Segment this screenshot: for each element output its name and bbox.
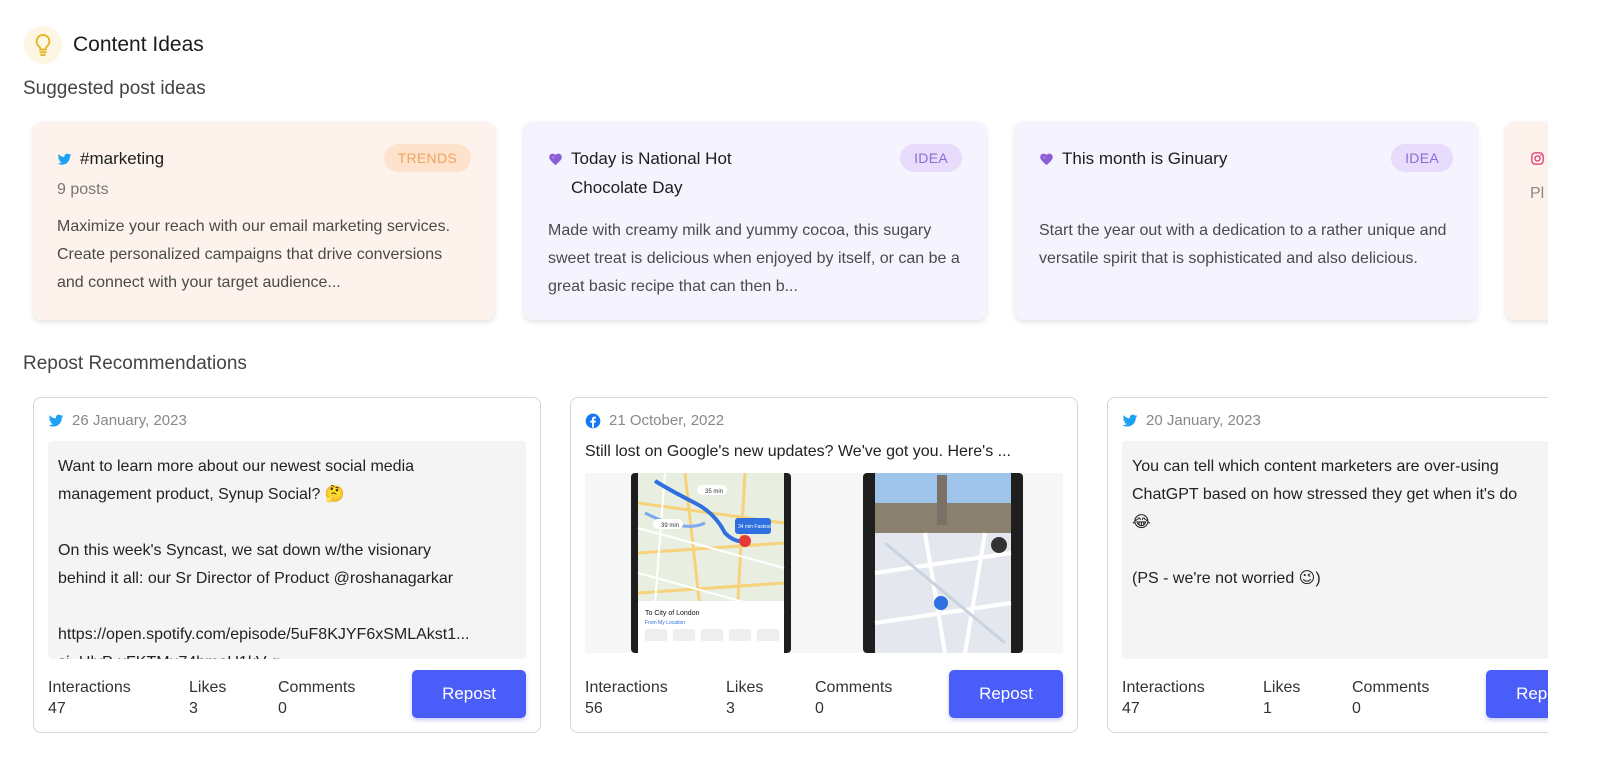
twitter-icon [57,152,72,167]
twitter-icon [1122,413,1138,429]
likes-label: Likes [189,679,227,696]
suggested-ideas-title: Suggested post ideas [23,78,206,99]
likes-stat: Likes 3 [726,679,815,718]
comments-value: 0 [278,700,287,717]
idea-card-ginuary[interactable]: This month is Ginuary IDEA Start the yea… [1015,122,1477,320]
post-stats: Interactions 47 Likes 3 Comments 0 Repost [48,670,526,718]
lightbulb-icon [24,26,62,64]
repost-card: 21 October, 2022 Still lost on Google's … [570,397,1078,733]
likes-label: Likes [1263,679,1301,696]
repost-card: 20 January, 2023 You can tell which cont… [1107,397,1548,733]
interactions-value: 47 [1122,700,1140,717]
post-text-line: You can tell which content marketers are… [1132,458,1499,475]
map-label: 39 min [661,523,679,529]
post-date: 20 January, 2023 [1146,412,1261,429]
ideas-carousel[interactable]: #marketing TRENDS 9 posts Maximize your … [23,110,1548,340]
repost-button[interactable]: Repost [949,670,1063,718]
post-text: Still lost on Google's new updates? We'v… [585,443,1011,460]
post-content: You can tell which content marketers are… [1122,441,1548,659]
likes-value: 1 [1263,700,1272,717]
post-text-line: 😂 [1132,514,1151,531]
idea-card-hot-chocolate[interactable]: Today is National Hot Chocolate Day IDEA… [524,122,986,320]
interactions-stat: Interactions 47 [48,679,189,718]
interactions-stat: Interactions 47 [1122,679,1263,718]
post-text-line: On this week's Syncast, we sat down w/th… [58,542,431,559]
repost-button[interactable]: Repost [412,670,526,718]
post-link[interactable]: https://open.spotify.com/episode/5uF8KJY… [58,621,516,649]
twitter-icon [48,413,64,429]
comments-label: Comments [278,679,356,696]
interactions-label: Interactions [48,679,131,696]
page-header: Content Ideas [24,26,204,64]
comments-stat: Comments 0 [278,679,410,718]
likes-stat: Likes 3 [189,679,278,718]
idea-title: #marketing [80,149,165,168]
interactions-label: Interactions [585,679,668,696]
map-label: From My Location [645,620,685,626]
repost-card: 26 January, 2023 Want to learn more abou… [33,397,541,733]
comments-value: 0 [815,700,824,717]
post-date: 26 January, 2023 [72,412,187,429]
map-label: To City of London [645,610,700,617]
idea-post-count: Pl [1530,185,1545,202]
idea-description: Maximize your reach with our email marke… [57,218,451,291]
heart-icon [548,152,563,167]
likes-stat: Likes 1 [1263,679,1352,718]
interactions-value: 47 [48,700,66,717]
interactions-label: Interactions [1122,679,1205,696]
interactions-stat: Interactions 56 [585,679,726,718]
post-text-line [58,509,516,537]
idea-post-count: 9 posts [57,181,109,198]
repost-recommendations-title: Repost Recommendations [23,353,247,374]
post-text-line [1132,537,1548,565]
post-text-line: ChatGPT based on how stressed they get w… [1132,486,1518,503]
likes-value: 3 [189,700,198,717]
post-text-line [58,593,516,621]
interactions-value: 56 [585,700,603,717]
comments-label: Comments [815,679,893,696]
comments-value: 0 [1352,700,1361,717]
likes-value: 3 [726,700,735,717]
post-text-line: behind it all: our Sr Director of Produc… [58,570,454,587]
post-text-line: management product, Synup Social? 🤔 [58,486,345,503]
post-content: Want to learn more about our newest soci… [48,441,526,659]
post-link[interactable]: si=HlyP-xFKTMu74hmoU1kV-g [58,649,516,659]
trends-badge: TRENDS [383,144,471,172]
comments-label: Comments [1352,679,1430,696]
idea-title: Today is National Hot Chocolate Day [571,149,732,197]
post-date: 21 October, 2022 [609,412,725,429]
instagram-icon [1530,151,1545,166]
likes-label: Likes [726,679,764,696]
post-media[interactable]: 35 min 39 min 34 min Fastest To City of … [585,473,1063,653]
comments-stat: Comments 0 [1352,679,1484,718]
map-label: 35 min [705,489,723,495]
repost-button[interactable]: Repost [1486,670,1548,718]
facebook-icon [585,413,601,429]
repost-carousel[interactable]: 26 January, 2023 Want to learn more abou… [23,390,1548,750]
comments-stat: Comments 0 [815,679,947,718]
post-stats: Interactions 56 Likes 3 Comments 0 Repost [585,670,1063,718]
idea-description: Start the year out with a dedication to … [1039,222,1447,267]
idea-badge: IDEA [900,144,962,172]
idea-description: Made with creamy milk and yummy cocoa, t… [548,222,960,295]
idea-card-marketing[interactable]: #marketing TRENDS 9 posts Maximize your … [33,122,495,320]
post-text-line: (PS - we're not worried 😉) [1132,570,1321,587]
idea-badge: IDEA [1391,144,1453,172]
page-title: Content Ideas [73,33,204,56]
idea-title: This month is Ginuary [1062,149,1228,168]
idea-card-instagram[interactable]: Pl [1506,122,1548,320]
map-label: 34 min Fastest [738,524,771,530]
heart-icon [1039,152,1054,167]
post-text-line: Want to learn more about our newest soci… [58,458,415,475]
post-media-image: 35 min 39 min 34 min Fastest To City of … [631,473,1023,653]
post-stats: Interactions 47 Likes 1 Comments 0 Repost [1122,670,1548,718]
